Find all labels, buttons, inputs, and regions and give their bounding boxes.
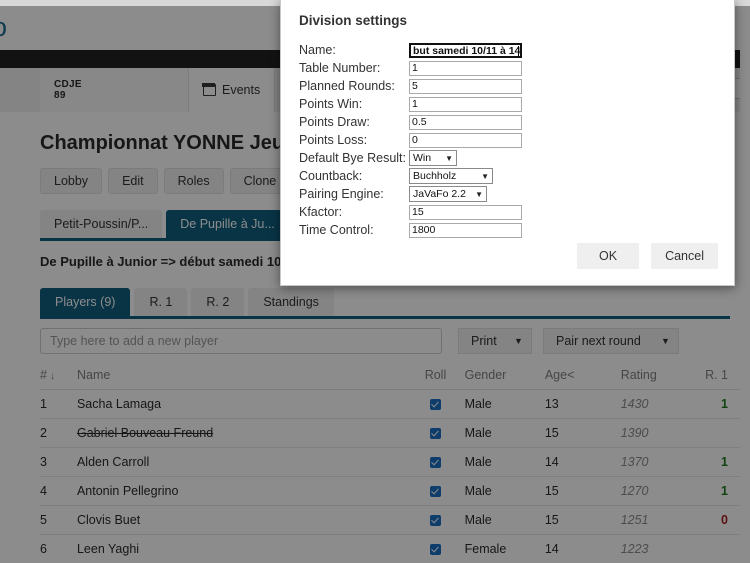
label-points-draw: Points Draw: (299, 115, 370, 129)
label-name: Name: (299, 43, 336, 57)
label-time-control: Time Control: (299, 223, 374, 237)
division-settings-dialog: Division settings Name: but samedi 10/11… (280, 0, 735, 286)
label-planned-rounds: Planned Rounds: (299, 79, 395, 93)
input-kfactor[interactable]: 15 (409, 204, 522, 220)
field-row-name: Name: but samedi 10/11 à 14h45 (299, 41, 719, 59)
division-settings-form: Name: but samedi 10/11 à 14h45 Table Num… (299, 41, 719, 239)
field-row-kfactor: Kfactor: 15 (299, 203, 719, 221)
select-countback-value: Buchholz (413, 170, 457, 182)
field-row-time-control: Time Control: 1800 (299, 221, 719, 239)
chevron-down-icon: ▼ (475, 189, 483, 199)
input-planned-rounds[interactable]: 5 (409, 78, 522, 94)
chevron-down-icon: ▼ (481, 171, 489, 181)
field-row-planned-rounds: Planned Rounds: 5 (299, 77, 719, 95)
dialog-button-bar: OK Cancel (577, 243, 718, 269)
input-points-draw[interactable]: 0.5 (409, 114, 522, 130)
select-pairing-engine[interactable]: JaVaFo 2.2 ▼ (409, 186, 487, 202)
label-points-win: Points Win: (299, 97, 363, 111)
field-row-table-number: Table Number: 1 (299, 59, 719, 77)
field-row-points-loss: Points Loss: 0 (299, 131, 719, 149)
label-countback: Countback: (299, 169, 363, 183)
label-table-number: Table Number: (299, 61, 381, 75)
dialog-title: Division settings (299, 13, 408, 28)
input-time-control[interactable]: 1800 (409, 222, 522, 238)
field-row-points-draw: Points Draw: 0.5 (299, 113, 719, 131)
input-name[interactable]: but samedi 10/11 à 14h45 (409, 42, 522, 58)
input-table-number[interactable]: 1 (409, 60, 522, 76)
input-points-loss[interactable]: 0 (409, 132, 522, 148)
chevron-down-icon: ▼ (445, 153, 453, 163)
screen-root: lo CDJE 89 Events rch... re Championnat … (0, 0, 750, 563)
select-pairing-engine-value: JaVaFo 2.2 (413, 188, 466, 200)
select-default-bye-result[interactable]: Win ▼ (409, 150, 457, 166)
select-default-bye-value: Win (413, 152, 432, 164)
field-row-points-win: Points Win: 1 (299, 95, 719, 113)
select-countback[interactable]: Buchholz ▼ (409, 168, 493, 184)
field-row-default-bye: Default Bye Result: Win ▼ (299, 149, 719, 167)
cancel-button[interactable]: Cancel (651, 243, 718, 269)
label-default-bye-result: Default Bye Result: (299, 151, 406, 165)
ok-button[interactable]: OK (577, 243, 640, 269)
label-pairing-engine: Pairing Engine: (299, 187, 384, 201)
input-points-win[interactable]: 1 (409, 96, 522, 112)
label-points-loss: Points Loss: (299, 133, 368, 147)
label-kfactor: Kfactor: (299, 205, 343, 219)
field-row-countback: Countback: Buchholz ▼ (299, 167, 719, 185)
field-row-pairing-engine: Pairing Engine: JaVaFo 2.2 ▼ (299, 185, 719, 203)
